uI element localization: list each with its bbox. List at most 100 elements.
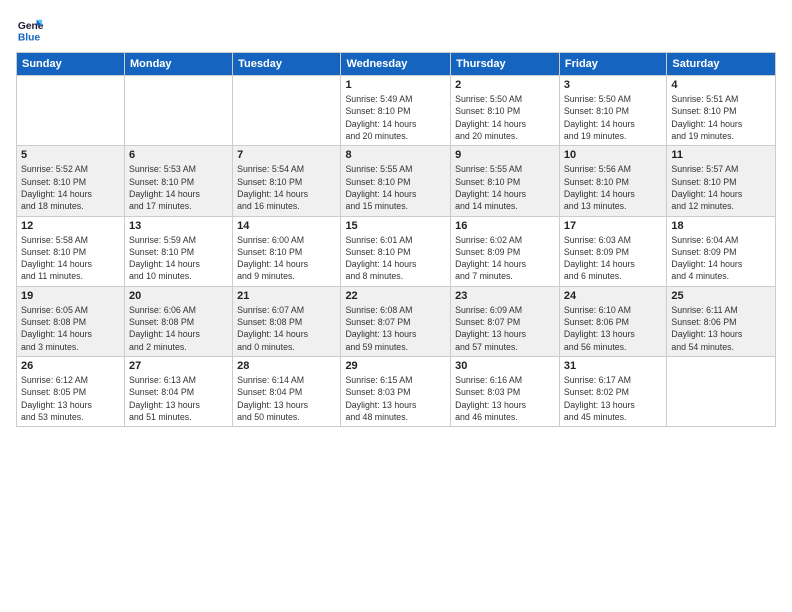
day-info: Sunrise: 6:17 AM Sunset: 8:02 PM Dayligh… xyxy=(564,374,662,423)
day-info: Sunrise: 6:14 AM Sunset: 8:04 PM Dayligh… xyxy=(237,374,336,423)
day-cell: 13 Sunrise: 5:59 AM Sunset: 8:10 PM Dayli… xyxy=(124,216,232,286)
day-info: Sunrise: 5:54 AM Sunset: 8:10 PM Dayligh… xyxy=(237,163,336,212)
day-cell: 7 Sunrise: 5:54 AM Sunset: 8:10 PM Daylig… xyxy=(233,146,341,216)
day-info: Sunrise: 6:01 AM Sunset: 8:10 PM Dayligh… xyxy=(345,234,446,283)
day-number: 9 xyxy=(455,149,555,161)
day-info: Sunrise: 6:04 AM Sunset: 8:09 PM Dayligh… xyxy=(671,234,771,283)
day-number: 31 xyxy=(564,360,662,372)
day-number: 15 xyxy=(345,220,446,232)
day-info: Sunrise: 5:57 AM Sunset: 8:10 PM Dayligh… xyxy=(671,163,771,212)
weekday-header-monday: Monday xyxy=(124,53,232,76)
day-cell: 31 Sunrise: 6:17 AM Sunset: 8:02 PM Dayli… xyxy=(559,357,666,427)
weekday-header-wednesday: Wednesday xyxy=(341,53,451,76)
weekday-header-thursday: Thursday xyxy=(451,53,560,76)
week-row-2: 5Sunrise: 5:52 AM Sunset: 8:10 PM Daylig… xyxy=(17,146,776,216)
day-info: Sunrise: 5:55 AM Sunset: 8:10 PM Dayligh… xyxy=(345,163,446,212)
day-number: 17 xyxy=(564,220,662,232)
weekday-header-row: SundayMondayTuesdayWednesdayThursdayFrid… xyxy=(17,53,776,76)
day-cell: 27 Sunrise: 6:13 AM Sunset: 8:04 PM Dayli… xyxy=(124,357,232,427)
day-cell xyxy=(124,76,232,146)
day-number: 22 xyxy=(345,290,446,302)
day-info: Sunrise: 5:58 AM Sunset: 8:10 PM Dayligh… xyxy=(21,234,120,283)
day-info: Sunrise: 5:50 AM Sunset: 8:10 PM Dayligh… xyxy=(455,93,555,142)
day-cell: 5Sunrise: 5:52 AM Sunset: 8:10 PM Daylig… xyxy=(17,146,125,216)
day-cell xyxy=(17,76,125,146)
day-number: 14 xyxy=(237,220,336,232)
day-cell: 15 Sunrise: 6:01 AM Sunset: 8:10 PM Dayli… xyxy=(341,216,451,286)
header: General Blue xyxy=(16,16,776,44)
day-info: Sunrise: 6:00 AM Sunset: 8:10 PM Dayligh… xyxy=(237,234,336,283)
day-number: 2 xyxy=(455,79,555,91)
day-number: 20 xyxy=(129,290,228,302)
day-cell xyxy=(667,357,776,427)
day-cell: 22Sunrise: 6:08 AM Sunset: 8:07 PM Dayli… xyxy=(341,286,451,356)
day-number: 16 xyxy=(455,220,555,232)
day-cell: 28 Sunrise: 6:14 AM Sunset: 8:04 PM Dayli… xyxy=(233,357,341,427)
day-cell: 26 Sunrise: 6:12 AM Sunset: 8:05 PM Dayli… xyxy=(17,357,125,427)
day-info: Sunrise: 5:53 AM Sunset: 8:10 PM Dayligh… xyxy=(129,163,228,212)
day-number: 29 xyxy=(345,360,446,372)
day-cell: 25 Sunrise: 6:11 AM Sunset: 8:06 PM Dayli… xyxy=(667,286,776,356)
day-number: 26 xyxy=(21,360,120,372)
day-info: Sunrise: 6:03 AM Sunset: 8:09 PM Dayligh… xyxy=(564,234,662,283)
day-info: Sunrise: 5:56 AM Sunset: 8:10 PM Dayligh… xyxy=(564,163,662,212)
day-info: Sunrise: 6:06 AM Sunset: 8:08 PM Dayligh… xyxy=(129,304,228,353)
day-number: 30 xyxy=(455,360,555,372)
weekday-header-sunday: Sunday xyxy=(17,53,125,76)
weekday-header-friday: Friday xyxy=(559,53,666,76)
week-row-3: 12 Sunrise: 5:58 AM Sunset: 8:10 PM Dayli… xyxy=(17,216,776,286)
week-row-1: 1Sunrise: 5:49 AM Sunset: 8:10 PM Daylig… xyxy=(17,76,776,146)
day-cell: 17 Sunrise: 6:03 AM Sunset: 8:09 PM Dayli… xyxy=(559,216,666,286)
day-cell: 18Sunrise: 6:04 AM Sunset: 8:09 PM Dayli… xyxy=(667,216,776,286)
day-cell xyxy=(233,76,341,146)
day-info: Sunrise: 5:51 AM Sunset: 8:10 PM Dayligh… xyxy=(671,93,771,142)
weekday-header-saturday: Saturday xyxy=(667,53,776,76)
day-info: Sunrise: 6:11 AM Sunset: 8:06 PM Dayligh… xyxy=(671,304,771,353)
day-number: 10 xyxy=(564,149,662,161)
day-number: 27 xyxy=(129,360,228,372)
day-number: 6 xyxy=(129,149,228,161)
day-number: 25 xyxy=(671,290,771,302)
day-number: 4 xyxy=(671,79,771,91)
day-cell: 11 Sunrise: 5:57 AM Sunset: 8:10 PM Dayli… xyxy=(667,146,776,216)
day-number: 3 xyxy=(564,79,662,91)
day-cell: 24 Sunrise: 6:10 AM Sunset: 8:06 PM Dayli… xyxy=(559,286,666,356)
calendar-table: SundayMondayTuesdayWednesdayThursdayFrid… xyxy=(16,52,776,427)
day-number: 21 xyxy=(237,290,336,302)
day-cell: 20 Sunrise: 6:06 AM Sunset: 8:08 PM Dayli… xyxy=(124,286,232,356)
day-cell: 3 Sunrise: 5:50 AM Sunset: 8:10 PM Daylig… xyxy=(559,76,666,146)
day-info: Sunrise: 6:05 AM Sunset: 8:08 PM Dayligh… xyxy=(21,304,120,353)
day-info: Sunrise: 5:49 AM Sunset: 8:10 PM Dayligh… xyxy=(345,93,446,142)
day-number: 23 xyxy=(455,290,555,302)
day-cell: 29 Sunrise: 6:15 AM Sunset: 8:03 PM Dayli… xyxy=(341,357,451,427)
day-cell: 14 Sunrise: 6:00 AM Sunset: 8:10 PM Dayli… xyxy=(233,216,341,286)
svg-text:Blue: Blue xyxy=(18,32,41,43)
day-number: 5 xyxy=(21,149,120,161)
day-info: Sunrise: 6:09 AM Sunset: 8:07 PM Dayligh… xyxy=(455,304,555,353)
day-number: 13 xyxy=(129,220,228,232)
week-row-5: 26 Sunrise: 6:12 AM Sunset: 8:05 PM Dayli… xyxy=(17,357,776,427)
day-number: 24 xyxy=(564,290,662,302)
day-number: 11 xyxy=(671,149,771,161)
day-info: Sunrise: 6:10 AM Sunset: 8:06 PM Dayligh… xyxy=(564,304,662,353)
day-cell: 1Sunrise: 5:49 AM Sunset: 8:10 PM Daylig… xyxy=(341,76,451,146)
day-cell: 2 Sunrise: 5:50 AM Sunset: 8:10 PM Daylig… xyxy=(451,76,560,146)
day-cell: 12 Sunrise: 5:58 AM Sunset: 8:10 PM Dayli… xyxy=(17,216,125,286)
logo: General Blue xyxy=(16,16,44,44)
day-info: Sunrise: 6:07 AM Sunset: 8:08 PM Dayligh… xyxy=(237,304,336,353)
day-info: Sunrise: 6:13 AM Sunset: 8:04 PM Dayligh… xyxy=(129,374,228,423)
day-info: Sunrise: 6:12 AM Sunset: 8:05 PM Dayligh… xyxy=(21,374,120,423)
day-cell: 19Sunrise: 6:05 AM Sunset: 8:08 PM Dayli… xyxy=(17,286,125,356)
day-info: Sunrise: 5:59 AM Sunset: 8:10 PM Dayligh… xyxy=(129,234,228,283)
day-number: 12 xyxy=(21,220,120,232)
day-info: Sunrise: 6:15 AM Sunset: 8:03 PM Dayligh… xyxy=(345,374,446,423)
day-info: Sunrise: 6:02 AM Sunset: 8:09 PM Dayligh… xyxy=(455,234,555,283)
day-cell: 8 Sunrise: 5:55 AM Sunset: 8:10 PM Daylig… xyxy=(341,146,451,216)
weekday-header-tuesday: Tuesday xyxy=(233,53,341,76)
day-number: 8 xyxy=(345,149,446,161)
day-cell: 30Sunrise: 6:16 AM Sunset: 8:03 PM Dayli… xyxy=(451,357,560,427)
day-info: Sunrise: 5:50 AM Sunset: 8:10 PM Dayligh… xyxy=(564,93,662,142)
day-number: 7 xyxy=(237,149,336,161)
day-number: 28 xyxy=(237,360,336,372)
day-cell: 16 Sunrise: 6:02 AM Sunset: 8:09 PM Dayli… xyxy=(451,216,560,286)
